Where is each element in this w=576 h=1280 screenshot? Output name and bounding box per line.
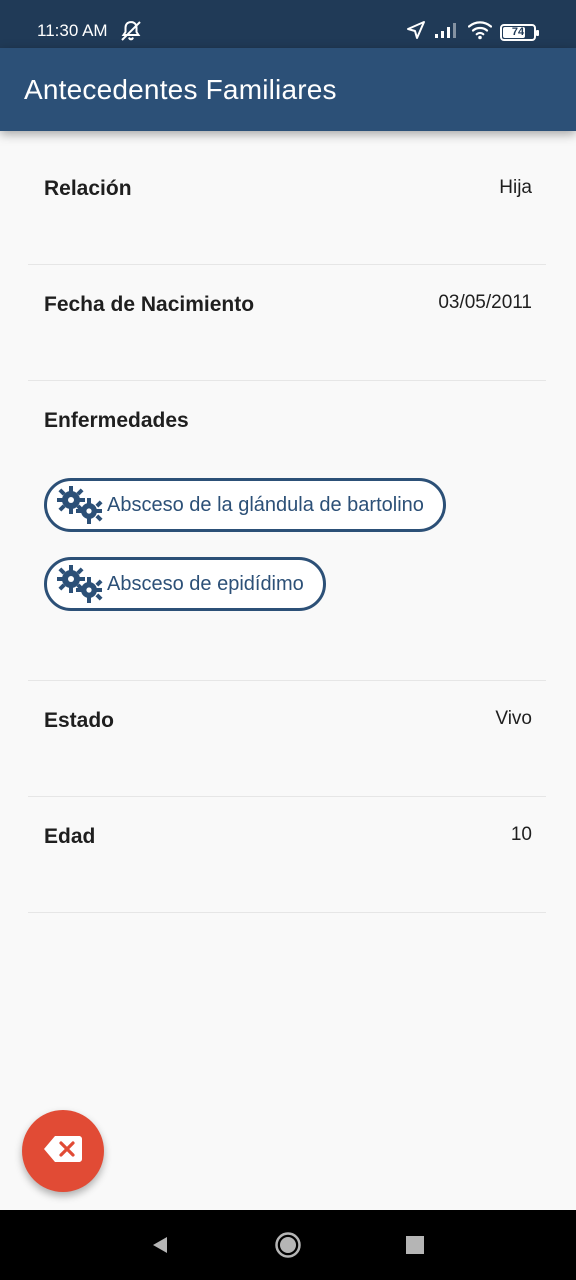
birth-date-row: Fecha de Nacimiento 03/05/2011 [28,265,546,381]
wifi-icon [467,20,493,45]
home-icon[interactable] [272,1210,304,1280]
page-title: Antecedentes Familiares [24,74,337,105]
location-arrow-icon [406,20,426,45]
relation-row: Relación Hija [28,131,546,265]
signal-icon [434,21,460,44]
system-nav-bar [0,1210,576,1280]
birth-date-value: 03/05/2011 [438,292,532,313]
back-icon[interactable] [143,1210,177,1280]
status-value: Vivo [495,708,532,729]
birth-date-label: Fecha de Nacimiento [44,293,255,316]
disease-chip[interactable]: Absceso de epidídimo [44,557,326,611]
mute-bell-icon [119,20,143,47]
age-row: Edad 10 [28,797,546,913]
status-label: Estado [44,709,115,732]
status-row: Estado Vivo [28,681,546,797]
age-value: 10 [510,824,532,845]
app-bar: Antecedentes Familiares [0,48,576,131]
disease-chip-label: Absceso de la glándula de bartolino [107,493,424,516]
recents-icon[interactable] [401,1210,429,1280]
disease-chip[interactable]: Absceso de la glándula de bartolino [44,478,446,532]
relation-label: Relación [44,177,132,200]
battery-icon: 74 [500,24,539,41]
battery-level: 74 [511,26,525,38]
relation-value: Hija [499,177,532,198]
delete-button[interactable] [22,1110,104,1192]
status-bar: 11:30 AM 74 [0,0,576,48]
virus-icon [53,564,105,604]
disease-chip-label: Absceso de epidídimo [107,572,304,595]
virus-icon [53,485,105,525]
status-time: 11:30 AM [37,21,108,40]
status-icons: 74 [406,20,539,45]
age-label: Edad [44,825,96,848]
backspace-icon [43,1135,83,1168]
diseases-label: Enfermedades [44,409,189,432]
